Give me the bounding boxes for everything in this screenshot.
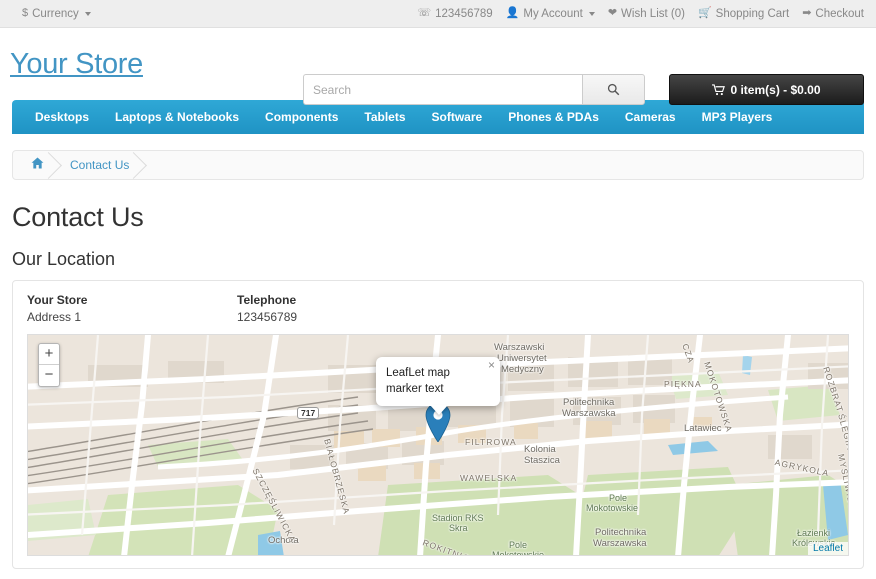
nav-item-mp3-players[interactable]: MP3 Players [689, 100, 786, 134]
nav-item-phones-pdas[interactable]: Phones & PDAs [495, 100, 612, 134]
store-address-value: Address 1 [27, 310, 82, 324]
phone-icon: ☏ [417, 7, 432, 19]
wish-list-label: Wish List (0) [621, 7, 685, 20]
telephone-value: 123456789 [237, 310, 298, 324]
breadcrumb-item-contact-us[interactable]: Contact Us [60, 151, 145, 179]
search-bar [303, 74, 645, 105]
zoom-in-button[interactable]: + [39, 344, 59, 365]
search-icon [607, 83, 620, 96]
store-info-column: Your Store Address 1 [27, 293, 237, 324]
breadcrumb: Contact Us [12, 150, 864, 180]
cart-icon [712, 83, 726, 95]
telephone-label: Telephone [237, 293, 297, 307]
checkout-link[interactable]: ➡ Checkout [802, 8, 864, 20]
search-button[interactable] [582, 74, 645, 105]
dollar-icon: $ [22, 7, 29, 19]
cart-icon: 🛒 [697, 7, 712, 19]
phone-link[interactable]: ☏ 123456789 [417, 8, 492, 20]
main-navigation: Desktops Laptops & Notebooks Components … [12, 100, 864, 134]
heart-icon: ❤ [607, 7, 618, 19]
my-account-dropdown[interactable]: 👤 My Account [506, 8, 595, 20]
chevron-down-icon [588, 11, 595, 16]
telephone-info-column: Telephone 123456789 [237, 293, 447, 324]
site-header: Your Store 0 item(s) - $0.00 [0, 28, 876, 105]
phone-number: 123456789 [435, 7, 493, 20]
nav-item-desktops[interactable]: Desktops [22, 100, 102, 134]
currency-dropdown[interactable]: $ Currency [22, 8, 91, 20]
top-links-group: ☏ 123456789 👤 My Account ❤ Wish List (0)… [417, 8, 864, 20]
nav-item-software[interactable]: Software [419, 100, 496, 134]
store-name-label: Your Store [27, 293, 88, 307]
map-zoom-controls[interactable]: + − [38, 343, 60, 387]
map-road-shield: 717 [297, 407, 320, 419]
shopping-cart-link[interactable]: 🛒 Shopping Cart [698, 8, 789, 20]
cart-total-label: 0 item(s) - $0.00 [730, 82, 821, 97]
section-title-our-location: Our Location [12, 249, 116, 269]
currency-label: Currency [32, 7, 79, 20]
home-icon [31, 157, 44, 169]
shopping-cart-label: Shopping Cart [715, 7, 790, 20]
nav-item-tablets[interactable]: Tablets [351, 100, 418, 134]
store-logo[interactable]: Your Store [8, 48, 143, 81]
map-attribution[interactable]: Leaflet [807, 542, 848, 555]
nav-item-components[interactable]: Components [252, 100, 351, 134]
search-input[interactable] [303, 74, 582, 105]
nav-item-laptops-notebooks[interactable]: Laptops & Notebooks [102, 100, 252, 134]
nav-item-cameras[interactable]: Cameras [612, 100, 689, 134]
user-icon: 👤 [505, 7, 520, 19]
top-utility-bar: $ Currency ☏ 123456789 👤 My Account ❤ Wi… [0, 0, 876, 28]
popup-close-icon[interactable]: × [488, 359, 495, 371]
cart-total-button[interactable]: 0 item(s) - $0.00 [669, 74, 864, 105]
my-account-label: My Account [523, 7, 583, 20]
zoom-out-button[interactable]: − [39, 365, 59, 386]
share-arrow-icon: ➡ [802, 7, 812, 19]
popup-text: LeafLet map marker text [386, 367, 450, 395]
currency-selector-group: $ Currency [22, 8, 91, 20]
page-title: Contact Us [12, 202, 144, 232]
map-marker-popup[interactable]: × LeafLet map marker text [376, 357, 500, 407]
breadcrumb-home-link[interactable] [23, 151, 60, 179]
checkout-label: Checkout [815, 7, 864, 20]
chevron-down-icon [84, 11, 91, 16]
wish-list-link[interactable]: ❤ Wish List (0) [608, 8, 685, 20]
store-info-row: Your Store Address 1 Telephone 123456789 [27, 293, 849, 324]
